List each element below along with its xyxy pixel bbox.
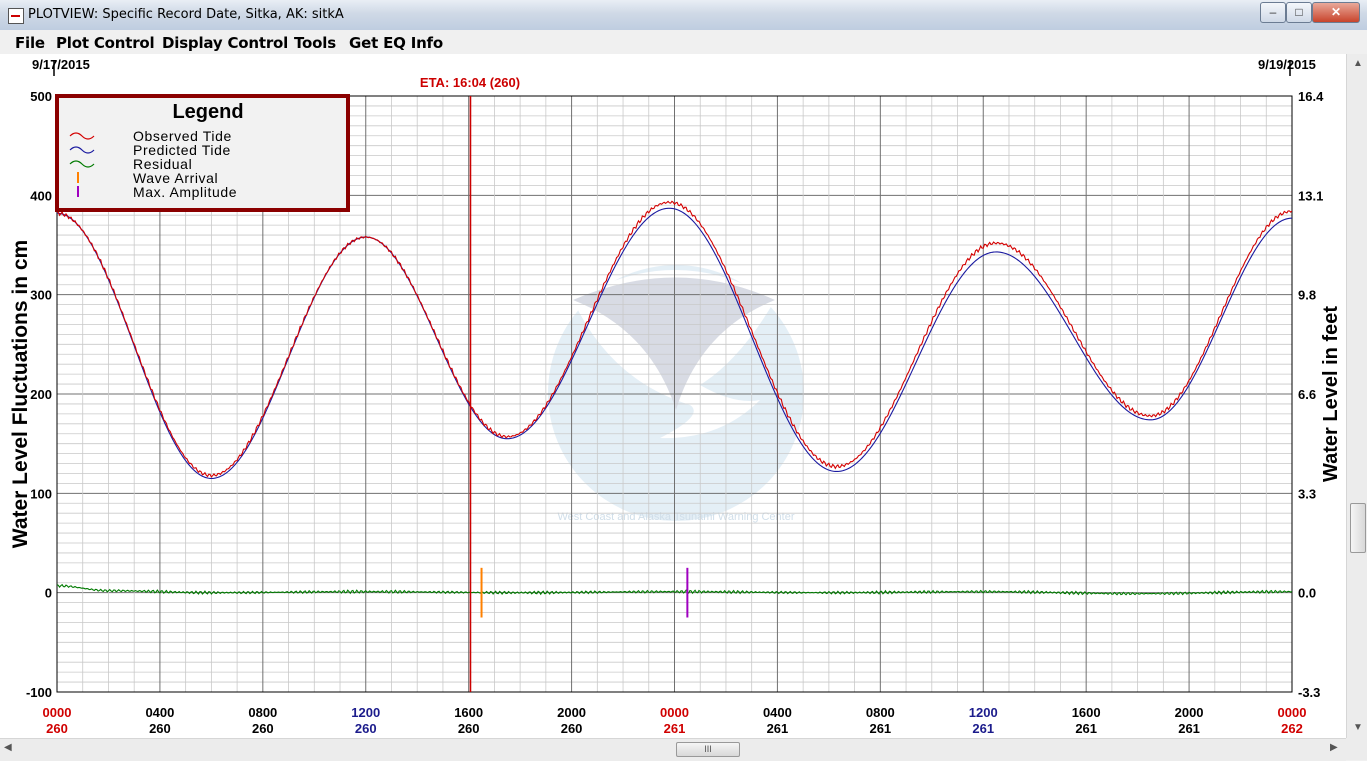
horizontal-scrollbar[interactable]: ◀ III ▶ <box>0 738 1346 761</box>
y-tick-label-left: 0 <box>45 586 52 601</box>
x-tick-time: 1600 <box>1072 705 1101 720</box>
x-tick-day: 260 <box>252 721 274 736</box>
maximize-button[interactable]: □ <box>1286 2 1312 23</box>
x-tick-day: 261 <box>972 721 994 736</box>
x-tick-day: 261 <box>664 721 686 736</box>
legend: Legend Observed TidePredicted TideResidu… <box>55 94 350 212</box>
window-title: PLOTVIEW: Specific Record Date, Sitka, A… <box>28 7 344 22</box>
vertical-scrollbar[interactable]: ▲ ▼ <box>1346 54 1367 738</box>
plot-area: 9/17/2015 9/19/2015 West Coast and Alask… <box>0 54 1346 738</box>
scroll-up-arrow-icon[interactable]: ▲ <box>1353 58 1363 69</box>
eta-label: ETA: 16:04 (260) <box>420 75 520 90</box>
menu-display-control[interactable]: Display Control <box>162 34 288 52</box>
x-tick-time: 0800 <box>866 705 895 720</box>
title-bar: PLOTVIEW: Specific Record Date, Sitka, A… <box>0 0 1367 31</box>
y-tick-label-right: -3.3 <box>1298 685 1320 700</box>
x-axis: 0000260040026008002601200260160026020002… <box>43 705 1307 736</box>
app-icon <box>8 8 24 24</box>
x-tick-day: 262 <box>1281 721 1303 736</box>
close-button[interactable]: ✕ <box>1312 2 1360 23</box>
scroll-down-arrow-icon[interactable]: ▼ <box>1353 722 1363 733</box>
y-tick-label-left: 400 <box>30 188 52 203</box>
y-tick-label-left: -100 <box>26 685 52 700</box>
y-axis-right-title: Water Level in feet <box>1320 306 1342 482</box>
y-tick-label-left: 500 <box>30 89 52 104</box>
menu-plot-control[interactable]: Plot Control <box>56 34 155 52</box>
horizontal-scroll-thumb[interactable]: III <box>676 742 740 757</box>
x-tick-day: 261 <box>1075 721 1097 736</box>
scroll-left-arrow-icon[interactable]: ◀ <box>4 742 12 753</box>
y-tick-label-right: 13.1 <box>1298 188 1323 203</box>
x-tick-day: 260 <box>355 721 377 736</box>
y-axis-left-title: Water Level Fluctuations in cm <box>9 240 32 548</box>
x-tick-time: 0000 <box>43 705 72 720</box>
y-tick-label-left: 100 <box>30 486 52 501</box>
y-tick-label-right: 0.0 <box>1298 586 1316 601</box>
y-tick-label-left: 200 <box>30 387 52 402</box>
x-tick-time: 2000 <box>1175 705 1204 720</box>
x-tick-day: 261 <box>1178 721 1200 736</box>
x-tick-time: 0000 <box>660 705 689 720</box>
y-tick-label-right: 3.3 <box>1298 486 1316 501</box>
x-tick-time: 2000 <box>557 705 586 720</box>
x-tick-time: 1200 <box>351 705 380 720</box>
scrollbar-corner <box>1346 738 1367 760</box>
menu-bar: File Plot Control Display Control Tools … <box>0 30 1367 54</box>
menu-tools[interactable]: Tools <box>294 34 336 52</box>
x-tick-day: 260 <box>46 721 68 736</box>
x-tick-time: 1200 <box>969 705 998 720</box>
legend-label: Max. Amplitude <box>133 184 237 200</box>
y-tick-label-left: 300 <box>30 288 52 303</box>
y-tick-label-right: 9.8 <box>1298 288 1316 303</box>
x-tick-day: 260 <box>561 721 583 736</box>
vertical-scroll-thumb[interactable] <box>1350 503 1366 553</box>
x-tick-day: 261 <box>767 721 789 736</box>
tide-chart: West Coast and Alaska Tsunami Warning Ce… <box>9 60 1342 736</box>
scroll-right-arrow-icon[interactable]: ▶ <box>1330 742 1338 753</box>
x-tick-day: 260 <box>149 721 171 736</box>
x-tick-time: 0000 <box>1278 705 1307 720</box>
minimize-button[interactable]: – <box>1260 2 1286 23</box>
x-tick-time: 0400 <box>763 705 792 720</box>
x-tick-time: 1600 <box>454 705 483 720</box>
legend-title: Legend <box>172 101 243 123</box>
x-tick-time: 0800 <box>248 705 277 720</box>
menu-get-eq-info[interactable]: Get EQ Info <box>349 34 443 52</box>
y-tick-label-right: 16.4 <box>1298 89 1324 104</box>
x-tick-day: 261 <box>869 721 891 736</box>
y-tick-label-right: 6.6 <box>1298 387 1316 402</box>
x-tick-time: 0400 <box>145 705 174 720</box>
x-tick-day: 260 <box>458 721 480 736</box>
menu-file[interactable]: File <box>15 34 45 52</box>
